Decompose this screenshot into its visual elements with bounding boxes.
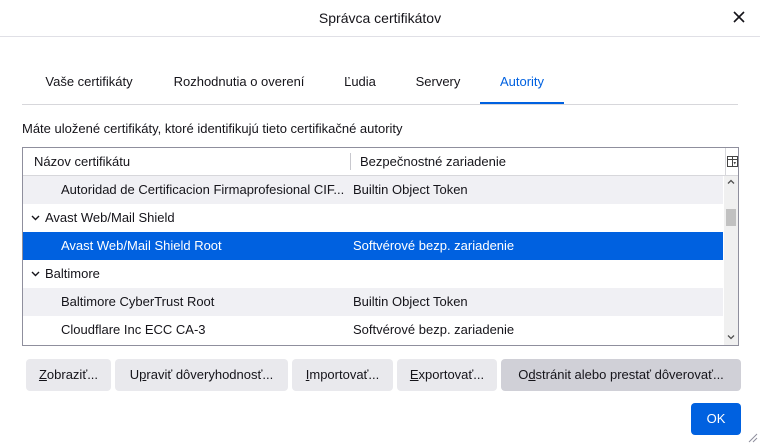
edit-trust-button[interactable]: Upraviť dôveryhodnosť... bbox=[115, 359, 288, 391]
ok-button[interactable]: OK bbox=[691, 403, 741, 435]
group-name: Baltimore bbox=[45, 266, 100, 281]
table-row[interactable]: Cloudflare Inc ECC CA-3 Softvérové bezp.… bbox=[23, 316, 723, 344]
table-row-selected[interactable]: Avast Web/Mail Shield Root Softvérové be… bbox=[23, 232, 723, 260]
table-row[interactable]: Autoridad de Certificacion Firmaprofesio… bbox=[23, 176, 723, 204]
tab-authorities[interactable]: Autority bbox=[480, 62, 564, 104]
table-row-group[interactable]: Avast Web/Mail Shield bbox=[23, 204, 723, 232]
dialog-titlebar: Správca certifikátov bbox=[0, 0, 760, 37]
delete-or-distrust-button[interactable]: Odstránit alebo prestať dôverovať... bbox=[501, 359, 741, 391]
table-row-group[interactable]: Baltimore bbox=[23, 260, 723, 288]
cert-device: Builtin Object Token bbox=[353, 182, 468, 197]
tree-body: Autoridad de Certificacion Firmaprofesio… bbox=[23, 176, 723, 344]
dialog-title: Správca certifikátov bbox=[318, 10, 442, 26]
vertical-scrollbar[interactable] bbox=[724, 176, 738, 345]
import-button[interactable]: Importovať... bbox=[292, 359, 393, 391]
tab-people[interactable]: Ľudia bbox=[322, 62, 398, 102]
cert-name: Cloudflare Inc ECC CA-3 bbox=[61, 322, 206, 337]
tab-your-certificates[interactable]: Vaše certifikáty bbox=[22, 62, 156, 102]
table-row[interactable]: Baltimore CyberTrust Root Builtin Object… bbox=[23, 288, 723, 316]
cert-device: Softvérové bezp. zariadenie bbox=[353, 238, 515, 253]
cert-name: Avast Web/Mail Shield Root bbox=[61, 238, 222, 253]
scrollbar-thumb[interactable] bbox=[726, 209, 736, 226]
export-button[interactable]: Exportovať... bbox=[397, 359, 497, 391]
column-header-device[interactable]: Bezpečnostné zariadenie bbox=[360, 148, 506, 175]
authorities-description: Máte uložené certifikáty, ktoré identifi… bbox=[22, 121, 403, 136]
column-divider[interactable] bbox=[350, 153, 351, 170]
group-name: Avast Web/Mail Shield bbox=[45, 210, 175, 225]
scroll-up-icon[interactable] bbox=[724, 176, 738, 190]
cert-name: Baltimore CyberTrust Root bbox=[61, 294, 215, 309]
column-header-name[interactable]: Názov certifikátu bbox=[34, 148, 130, 175]
column-picker-icon[interactable] bbox=[725, 148, 738, 175]
tab-bar: Vaše certifikáty Rozhodnutia o overení Ľ… bbox=[22, 62, 738, 105]
tree-header: Názov certifikátu Bezpečnostné zariadeni… bbox=[23, 148, 738, 176]
cert-device: Softvérové bezp. zariadenie bbox=[353, 322, 515, 337]
view-button[interactable]: Zobraziť... bbox=[26, 359, 111, 391]
scroll-down-icon[interactable] bbox=[724, 331, 738, 345]
certificate-tree[interactable]: Názov certifikátu Bezpečnostné zariadeni… bbox=[22, 147, 739, 346]
close-icon[interactable] bbox=[728, 6, 750, 28]
tab-authentication-decisions[interactable]: Rozhodnutia o overení bbox=[158, 62, 320, 102]
resize-grip-icon[interactable] bbox=[746, 431, 758, 443]
cert-name: Autoridad de Certificacion Firmaprofesio… bbox=[61, 182, 345, 197]
chevron-down-icon[interactable] bbox=[31, 260, 40, 288]
chevron-down-icon[interactable] bbox=[31, 204, 40, 232]
cert-device: Builtin Object Token bbox=[353, 294, 468, 309]
tab-servers[interactable]: Servery bbox=[400, 62, 476, 102]
